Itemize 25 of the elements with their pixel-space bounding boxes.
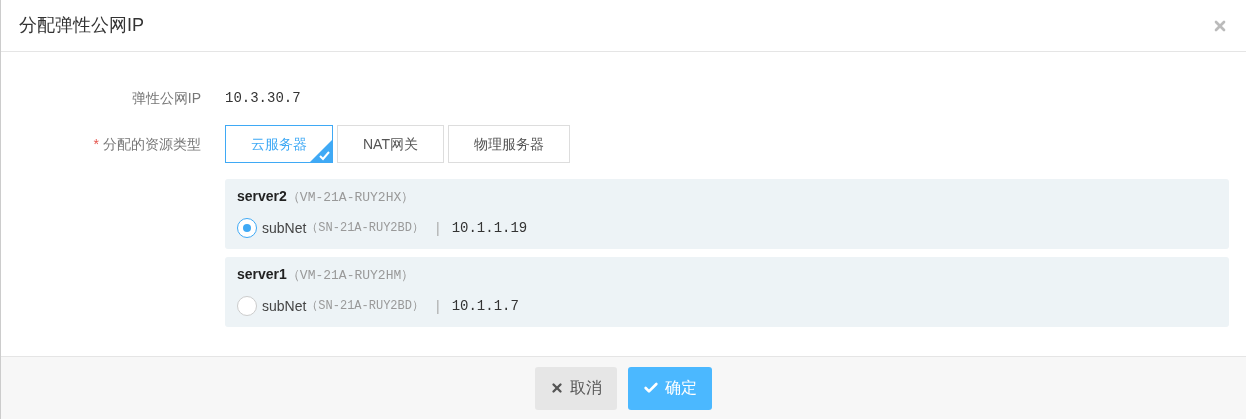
radio-button[interactable] bbox=[237, 218, 257, 238]
dialog-title: 分配弹性公网IP bbox=[19, 14, 144, 37]
subnet-id: （SN-21A-RUY2BD） bbox=[306, 298, 424, 315]
cancel-button[interactable]: 取消 bbox=[535, 366, 617, 410]
server-id: （VM-21A-RUY2HX） bbox=[286, 189, 415, 207]
radio-button[interactable] bbox=[237, 296, 257, 316]
subnet-ip: 10.1.1.19 bbox=[451, 218, 528, 238]
required-mark: * bbox=[93, 135, 99, 154]
ip-value: 10.3.30.7 bbox=[225, 88, 301, 108]
subnet-id: （SN-21A-RUY2BD） bbox=[306, 220, 424, 237]
close-icon bbox=[550, 381, 564, 395]
server-name: server1 bbox=[237, 265, 287, 284]
field-label: 弹性公网IP bbox=[131, 88, 201, 108]
subnet-label: subNet bbox=[262, 296, 307, 316]
resource-type-option[interactable]: 物理服务器 bbox=[447, 125, 570, 163]
field-label: 分配的资源类型 bbox=[103, 135, 201, 154]
check-icon bbox=[643, 380, 659, 396]
resource-type-option[interactable]: NAT网关 bbox=[337, 125, 444, 163]
subnet-ip: 10.1.1.7 bbox=[451, 296, 519, 316]
server-id: （VM-21A-RUY2HM） bbox=[286, 267, 415, 285]
separator: | bbox=[436, 218, 440, 238]
separator: | bbox=[436, 296, 440, 316]
server-name: server2 bbox=[237, 187, 287, 206]
subnet-label: subNet bbox=[262, 218, 307, 238]
check-icon bbox=[310, 140, 332, 162]
